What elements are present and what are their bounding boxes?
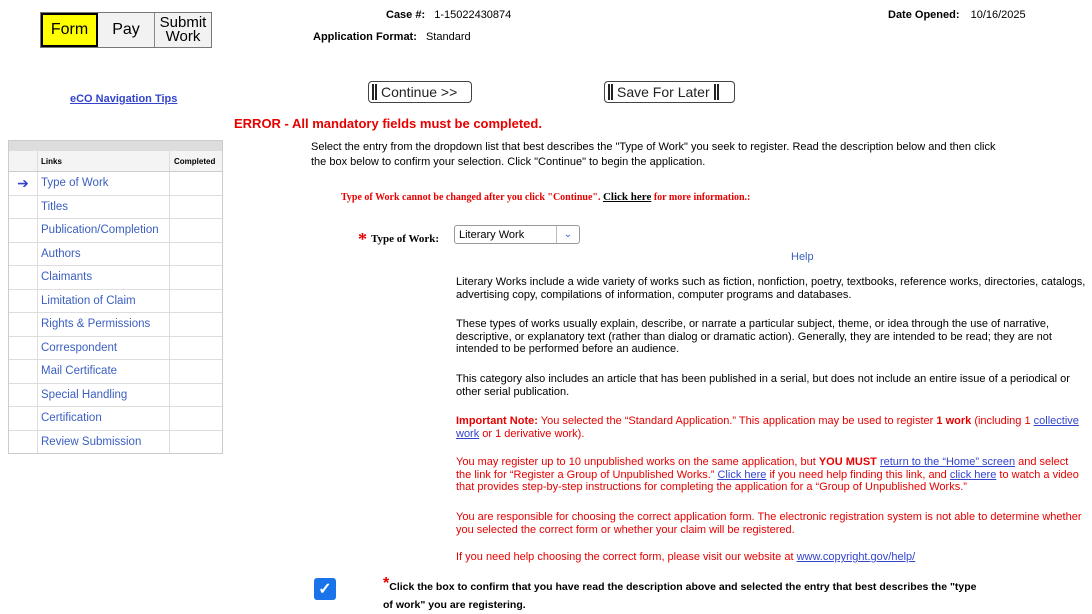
- case-number-label: Case #:: [386, 9, 426, 21]
- help-link[interactable]: Help: [791, 251, 814, 263]
- continue-button[interactable]: Continue >>: [368, 81, 472, 103]
- sidebar-item-label[interactable]: Publication/Completion: [38, 219, 170, 242]
- sidebar-item-completed: [170, 219, 222, 242]
- important-note-label: Important Note:: [456, 415, 538, 427]
- group-unpublished-note: You may register up to 10 unpublished wo…: [456, 456, 1079, 493]
- save-for-later-label: Save For Later: [617, 84, 710, 100]
- date-opened-row: Date Opened: 10/16/2025: [888, 9, 1026, 21]
- workflow-tabs: Form Pay Submit Work: [40, 12, 212, 48]
- links-table-header: Links Completed: [9, 151, 222, 172]
- sidebar-item-completed: [170, 337, 222, 360]
- sidebar-item-titles[interactable]: Titles: [9, 195, 222, 219]
- sidebar-item-completed: [170, 243, 222, 266]
- sidebar-item-completed: [170, 266, 222, 289]
- application-format-row: Application Format: Standard: [313, 31, 471, 43]
- sidebar-item-completed: [170, 360, 222, 383]
- description-paragraph-1: Literary Works include a wide variety of…: [456, 276, 1086, 301]
- sidebar-item-limitation-of-claim[interactable]: Limitation of Claim: [9, 289, 222, 313]
- tab-submit-work[interactable]: Submit Work: [155, 13, 211, 47]
- instructions-text: Select the entry from the dropdown list …: [311, 141, 996, 168]
- sidebar-item-completed: [170, 290, 222, 313]
- tab-pay[interactable]: Pay: [98, 13, 155, 47]
- sidebar-item-correspondent[interactable]: Correspondent: [9, 336, 222, 360]
- case-number-value: 1-15022430874: [434, 9, 512, 21]
- sidebar-item-special-handling[interactable]: Special Handling: [9, 383, 222, 407]
- sidebar-item-completed: [170, 172, 222, 195]
- sidebar-item-label[interactable]: Type of Work: [38, 172, 170, 195]
- click-here-find-link[interactable]: Click here: [717, 469, 766, 481]
- application-format-label: Application Format:: [313, 31, 417, 43]
- date-opened-value: 10/16/2025: [970, 9, 1026, 21]
- completed-column-header: Completed: [174, 156, 216, 166]
- button-edge-icon: [372, 84, 377, 100]
- sidebar-item-label[interactable]: Mail Certificate: [38, 360, 170, 383]
- click-here-video-link[interactable]: click here: [950, 469, 996, 481]
- sidebar-item-label[interactable]: Authors: [38, 242, 170, 265]
- type-of-work-warning: Type of Work cannot be changed after you…: [341, 191, 751, 203]
- type-of-work-selected-value: Literary Work: [459, 228, 525, 241]
- save-for-later-button[interactable]: Save For Later: [604, 81, 735, 103]
- confirm-checkbox[interactable]: ✓: [314, 578, 336, 600]
- sidebar-item-label[interactable]: Claimants: [38, 266, 170, 289]
- sidebar-item-completed: [170, 313, 222, 336]
- sidebar-item-label[interactable]: Titles: [38, 195, 170, 218]
- current-step-arrow-icon: ➔: [17, 174, 29, 191]
- confirm-text: *Click the box to confirm that you have …: [383, 575, 977, 611]
- tab-form[interactable]: Form: [41, 13, 98, 47]
- type-of-work-label: * Type of Work:: [358, 229, 440, 249]
- button-edge-icon: [608, 84, 613, 100]
- sidebar-item-authors[interactable]: Authors: [9, 242, 222, 266]
- sidebar-item-rights-permissions[interactable]: Rights & Permissions: [9, 313, 222, 337]
- links-table: Links Completed ➔ Type of Work Titles Publi…: [8, 140, 223, 454]
- eco-navigation-tips-link[interactable]: eCO Navigation Tips: [70, 93, 177, 105]
- sidebar-item-claimants[interactable]: Claimants: [9, 266, 222, 290]
- sidebar-item-type-of-work[interactable]: ➔ Type of Work: [9, 172, 222, 196]
- sidebar-item-publication-completion[interactable]: Publication/Completion: [9, 219, 222, 243]
- sidebar-item-completed: [170, 196, 222, 219]
- sidebar-item-review-submission[interactable]: Review Submission: [9, 430, 222, 454]
- sidebar-item-label[interactable]: Correspondent: [38, 336, 170, 359]
- sidebar-item-certification[interactable]: Certification: [9, 407, 222, 431]
- links-column-header: Links: [38, 151, 170, 171]
- description-paragraph-2: These types of works usually explain, de…: [456, 318, 1052, 355]
- required-asterisk: *: [358, 229, 367, 249]
- chevron-down-icon[interactable]: ⌄: [556, 226, 579, 243]
- sidebar-item-completed: [170, 431, 222, 454]
- sidebar-item-label[interactable]: Limitation of Claim: [38, 289, 170, 312]
- sidebar-item-label[interactable]: Special Handling: [38, 383, 170, 406]
- return-home-link[interactable]: return to the “Home” screen: [880, 456, 1015, 468]
- copyright-help-link[interactable]: www.copyright.gov/help/: [797, 551, 916, 563]
- continue-button-label: Continue >>: [381, 84, 458, 100]
- checkmark-icon: ✓: [318, 581, 332, 598]
- button-edge-icon: [713, 84, 719, 100]
- warning-click-here-link[interactable]: Click here: [603, 191, 651, 203]
- responsibility-note: You are responsible for choosing the cor…: [456, 511, 1082, 536]
- case-number-row: Case #: 1-15022430874: [386, 9, 511, 21]
- sidebar-item-completed: [170, 407, 222, 430]
- date-opened-label: Date Opened:: [888, 9, 960, 21]
- application-format-value: Standard: [425, 31, 471, 43]
- sidebar-item-label[interactable]: Review Submission: [38, 430, 170, 453]
- error-message: ERROR - All mandatory fields must be com…: [234, 116, 542, 131]
- help-choosing-note: If you need help choosing the correct fo…: [456, 551, 916, 563]
- description-paragraph-3: This category also includes an article t…: [456, 373, 1070, 398]
- important-note: Important Note: You selected the “Standa…: [456, 415, 1079, 440]
- sidebar-item-mail-certificate[interactable]: Mail Certificate: [9, 360, 222, 384]
- sidebar-item-completed: [170, 384, 222, 407]
- sidebar-item-label[interactable]: Certification: [38, 407, 170, 430]
- type-of-work-select[interactable]: Literary Work ⌄: [454, 225, 580, 244]
- sidebar-item-label[interactable]: Rights & Permissions: [38, 313, 170, 336]
- links-table-top-bar: [9, 141, 222, 151]
